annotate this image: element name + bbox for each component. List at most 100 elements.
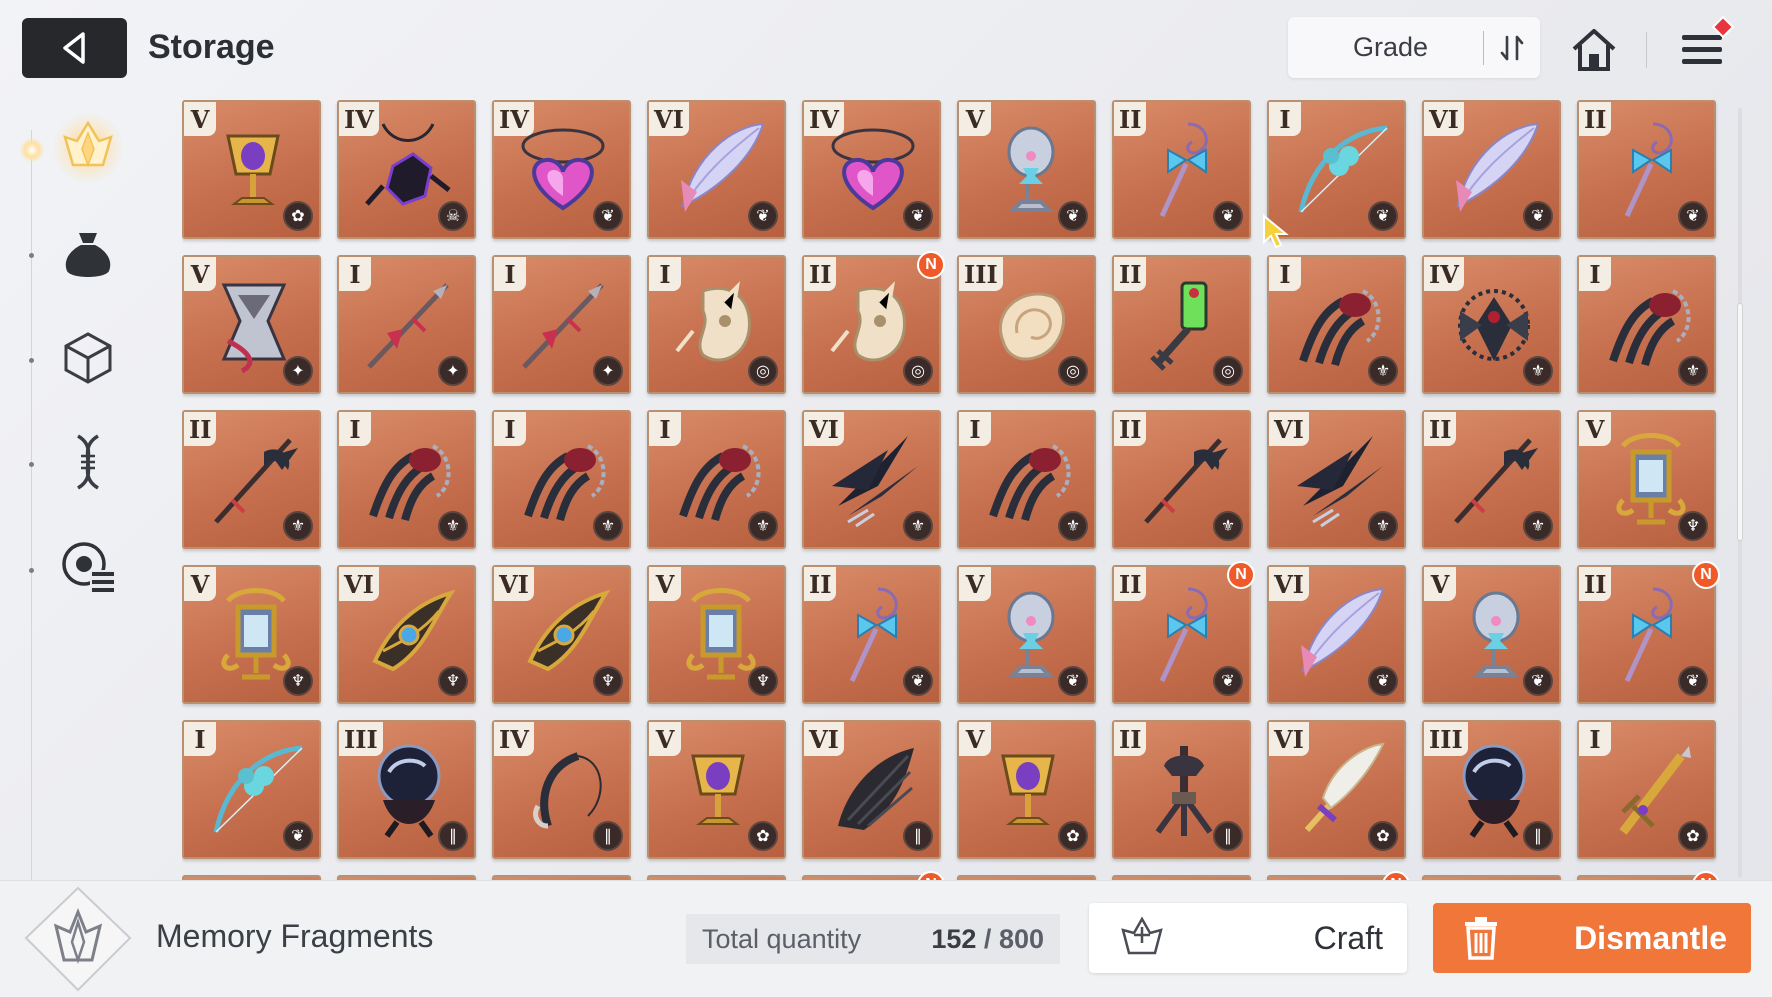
inventory-item[interactable]: III ◎ [957,255,1096,394]
sort-selector[interactable]: Grade [1288,17,1540,78]
inventory-item[interactable]: II ❦ [802,565,941,704]
inventory-item[interactable]: II ⚜ [182,410,321,549]
set-type-icon: ⚜ [903,511,933,541]
inventory-item[interactable]: I ⚜ [647,410,786,549]
inventory-item[interactable]: II ⚜ [1422,410,1561,549]
inventory-item[interactable]: II ◎ [1112,255,1251,394]
set-type-icon: ✿ [1368,821,1398,851]
set-type-icon: ∥ [1213,821,1243,851]
set-type-icon: ❦ [903,201,933,231]
home-button[interactable] [1566,22,1622,78]
inventory-item[interactable]: IV ❦ [492,100,631,239]
inventory-item[interactable]: IV ❦ [802,100,941,239]
chip-list-icon [62,542,114,592]
inventory-item[interactable]: VI ∥ [802,720,941,859]
inventory-item[interactable]: I ❦ [182,720,321,859]
craft-button[interactable]: Craft [1089,903,1407,973]
scrollbar-thumb[interactable] [1738,304,1742,540]
inventory-item[interactable]: VI ♆ [337,565,476,704]
quantity-value: 152 / 800 [931,924,1044,955]
set-type-icon: ⚜ [1523,356,1553,386]
set-type-icon: ✿ [1678,821,1708,851]
inventory-item[interactable]: I ⚜ [1577,255,1716,394]
mouse-cursor-icon [1263,214,1289,249]
sidebar-item-memory-fragments[interactable] [52,112,124,184]
sidebar-item-bag[interactable] [52,218,124,290]
total-quantity: Total quantity 152 / 800 [686,914,1060,964]
set-type-icon: ♆ [283,666,313,696]
sidebar-item-dna[interactable] [52,426,124,498]
inventory-item[interactable]: V ✦ [182,255,321,394]
new-badge: N [917,251,945,279]
set-type-icon: ⚜ [1058,511,1088,541]
inventory-item[interactable]: VI ❦ [647,100,786,239]
inventory-item[interactable]: V ❦ [957,100,1096,239]
inventory-item[interactable]: I ✦ [337,255,476,394]
set-type-icon: ⚜ [438,511,468,541]
set-type-icon: ⚜ [1213,511,1243,541]
quantity-separator: / [976,923,999,954]
back-button[interactable] [22,18,127,78]
inventory-item[interactable]: V ♆ [647,565,786,704]
sidebar-tick [29,358,34,363]
inventory-item[interactable]: V ❦ [957,565,1096,704]
set-type-icon: ◎ [1058,356,1088,386]
inventory-item[interactable]: I ✿ [1577,720,1716,859]
set-type-icon: ❦ [1368,201,1398,231]
inventory-item[interactable]: VI ♆ [492,565,631,704]
inventory-item[interactable]: I ⚜ [492,410,631,549]
sidebar-active-indicator [20,138,44,162]
inventory-item[interactable]: II ❦ [1577,100,1716,239]
inventory-item[interactable]: VI ❦ [1422,100,1561,239]
dismantle-label: Dismantle [1574,919,1727,956]
set-type-icon: ♆ [438,666,468,696]
set-type-icon: ❦ [593,201,623,231]
set-type-icon: ❦ [1678,666,1708,696]
set-type-icon: ∥ [593,821,623,851]
inventory-item[interactable]: IV ☠ [337,100,476,239]
page-title: Storage [148,28,275,66]
inventory-item[interactable]: I ⚜ [1267,255,1406,394]
dismantle-button[interactable]: Dismantle [1433,903,1751,973]
inventory-item[interactable]: III ∥ [337,720,476,859]
sort-label: Grade [1352,32,1429,62]
sort-order-icon[interactable] [1484,18,1540,78]
inventory-item[interactable]: V ♆ [182,565,321,704]
memory-fragment-category-icon [24,886,132,992]
inventory-item[interactable]: VI ⚜ [802,410,941,549]
sidebar-item-cube[interactable] [52,322,124,394]
set-type-icon: ⚜ [283,511,313,541]
inventory-item[interactable]: IV ∥ [492,720,631,859]
inventory-item[interactable]: VI ❦ [1267,565,1406,704]
inventory-item[interactable]: V ✿ [182,100,321,239]
inventory-item[interactable]: I ✦ [492,255,631,394]
inventory-item[interactable]: VI ⚜ [1267,410,1406,549]
inventory-item[interactable]: I ⚜ [957,410,1096,549]
inventory-item[interactable]: I ⚜ [337,410,476,549]
inventory-item[interactable]: V ✿ [957,720,1096,859]
craft-label: Craft [1313,919,1383,956]
set-type-icon: ⚜ [1368,356,1398,386]
inventory-item[interactable]: II ◎ N [802,251,945,394]
inventory-item[interactable]: VI ✿ [1267,720,1406,859]
inventory-item[interactable]: V ✿ [647,720,786,859]
set-type-icon: ❦ [1213,201,1243,231]
inventory-item[interactable]: II ❦ [1112,100,1251,239]
inventory-item[interactable]: V ♆ [1577,410,1716,549]
sidebar-item-chips[interactable] [52,530,124,602]
inventory-item[interactable]: II ❦ N [1112,561,1255,704]
set-type-icon: ∥ [903,821,933,851]
set-type-icon: ❦ [1058,666,1088,696]
set-type-icon: ♆ [1678,511,1708,541]
set-type-icon: ❦ [903,666,933,696]
new-badge: N [1382,871,1410,880]
trash-icon [1465,917,1497,960]
inventory-item[interactable]: I ◎ [647,255,786,394]
back-arrow-icon [62,32,85,64]
inventory-item[interactable]: IV ⚜ [1422,255,1561,394]
inventory-item[interactable]: II ⚜ [1112,410,1251,549]
inventory-item[interactable]: II ❦ N [1577,561,1720,704]
inventory-item[interactable]: V ❦ [1422,565,1561,704]
inventory-item[interactable]: III ∥ [1422,720,1561,859]
inventory-item[interactable]: II ∥ [1112,720,1251,859]
